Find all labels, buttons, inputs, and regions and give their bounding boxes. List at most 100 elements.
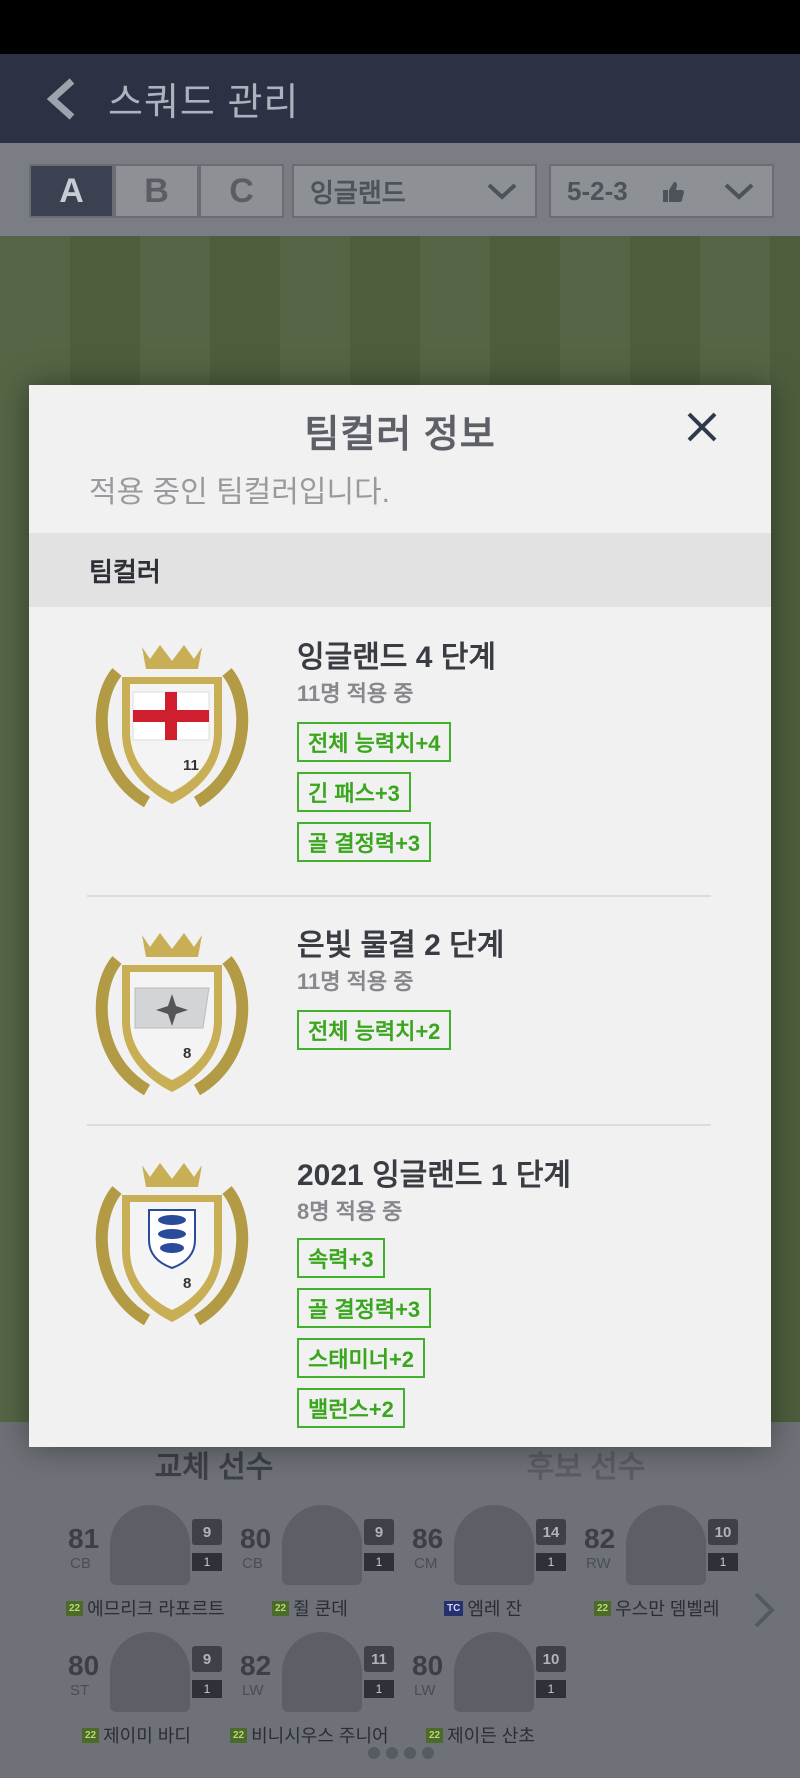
player-ovr: 82	[240, 1650, 272, 1681]
bonus-tag: 골 결정력+3	[297, 822, 432, 862]
player-name: 엠레 잔	[467, 1599, 523, 1619]
player-position: CM	[414, 1555, 438, 1572]
player-name-row: TC 엠레 잔	[444, 1595, 522, 1621]
bench-player[interactable]: 86 CM 14 1 TC 엠레 잔	[412, 1505, 582, 1625]
season-badge: 22	[82, 1727, 100, 1743]
thumbs-up-icon	[663, 182, 684, 202]
team-select[interactable]: 잉글랜드	[292, 164, 537, 218]
bonus-tag: 속력+3	[297, 1238, 385, 1278]
season-badge: TC	[444, 1600, 464, 1616]
tab-squad-c[interactable]: C	[199, 164, 284, 218]
divider	[87, 895, 711, 897]
bench-player[interactable]: 80 LW 10 1 22 제이든 산초	[412, 1632, 582, 1752]
player-ovr: 82	[584, 1523, 616, 1554]
player-photo	[110, 1632, 190, 1712]
dialog-subtitle: 적용 중인 팀컬러입니다.	[89, 476, 391, 509]
page-dot	[422, 1747, 434, 1759]
badge-count: 11	[183, 757, 199, 774]
player-photo	[282, 1505, 362, 1585]
player-position: CB	[70, 1555, 91, 1572]
bench-player[interactable]: 81 CB 9 1 22 에므리크 라포르트	[66, 1505, 238, 1625]
chevron-down-icon	[487, 183, 517, 200]
player-name-row: 22 비니시우스 주니어	[230, 1722, 389, 1748]
player-name: 쥘 쿤데	[293, 1599, 348, 1619]
teamcolor-count: 11명 적용 중	[297, 969, 414, 994]
player-position: LW	[242, 1682, 264, 1699]
teamcolor-name: 잉글랜드 4 단계	[297, 641, 496, 674]
bonus-tag: 밸런스+2	[297, 1388, 405, 1428]
page-indicator	[368, 1747, 434, 1759]
player-level: 1	[364, 1680, 394, 1698]
season-badge: 22	[594, 1600, 612, 1616]
section-header: 팀컬러	[29, 533, 771, 607]
player-name: 제이미 바디	[103, 1726, 191, 1746]
badge-count: 8	[183, 1275, 191, 1292]
player-number: 10	[708, 1519, 738, 1545]
player-number: 14	[536, 1519, 566, 1545]
player-photo	[626, 1505, 706, 1585]
team-select-value: 잉글랜드	[310, 177, 406, 208]
page-title: 스쿼드 관리	[108, 82, 300, 124]
formation-select[interactable]: 5-2-3	[549, 164, 774, 218]
page-dot	[404, 1747, 416, 1759]
bench-player[interactable]: 80 ST 9 1 22 제이미 바디	[68, 1632, 238, 1752]
divider	[87, 1124, 711, 1126]
player-level: 1	[536, 1680, 566, 1698]
player-position: ST	[70, 1682, 90, 1699]
player-position: CB	[242, 1555, 263, 1572]
top-bar: 스쿼드 관리	[0, 54, 800, 143]
close-button[interactable]	[669, 397, 735, 457]
bonus-tag: 전체 능력치+4	[297, 722, 452, 762]
bench-player[interactable]: 82 RW 10 1 22 우스만 뎀벨레	[584, 1505, 754, 1625]
page-dot	[386, 1747, 398, 1759]
season-badge: 22	[426, 1727, 444, 1743]
player-name: 제이든 산초	[447, 1726, 535, 1746]
player-name: 비니시우스 주니어	[251, 1726, 389, 1746]
three-lions-badge-icon: 8	[95, 1163, 249, 1326]
dialog-title: 팀컬러 정보	[304, 414, 496, 456]
player-level: 1	[536, 1553, 566, 1571]
player-number: 10	[536, 1646, 566, 1672]
bonus-tag: 골 결정력+3	[297, 1288, 432, 1328]
player-position: LW	[414, 1682, 436, 1699]
player-level: 1	[364, 1553, 394, 1571]
player-ovr: 80	[240, 1523, 272, 1554]
chevron-down-icon	[724, 183, 754, 200]
teamcolor-name: 2021 잉글랜드 1 단계	[297, 1159, 572, 1192]
bonus-tag: 스태미너+2	[297, 1338, 426, 1378]
player-photo	[110, 1505, 190, 1585]
bench-player[interactable]: 82 LW 11 1 22 비니시우스 주니어	[230, 1632, 410, 1752]
player-name-row: 22 쥘 쿤데	[272, 1595, 348, 1621]
chevron-right-icon[interactable]	[752, 1590, 776, 1630]
player-number: 9	[364, 1519, 394, 1545]
status-bar	[0, 0, 800, 54]
teamcolor-info-dialog: 팀컬러 정보 적용 중인 팀컬러입니다. 팀컬러 11 잉글랜드 4 단계 11…	[29, 385, 771, 1447]
player-name: 에므리크 라포르트	[87, 1599, 225, 1619]
player-ovr: 80	[68, 1650, 100, 1681]
page-dot	[368, 1747, 380, 1759]
back-button[interactable]	[30, 68, 92, 130]
bench-player[interactable]: 80 CB 9 1 22 쥘 쿤데	[240, 1505, 410, 1625]
player-ovr: 80	[412, 1650, 444, 1681]
england-flag-badge-icon: 11	[95, 645, 249, 808]
player-name-row: 22 에므리크 라포르트	[66, 1595, 225, 1621]
badge-count: 8	[183, 1045, 191, 1062]
bonus-tag: 전체 능력치+2	[297, 1010, 452, 1050]
tab-squad-a[interactable]: A	[29, 164, 114, 218]
teamcolor-count: 8명 적용 중	[297, 1199, 403, 1224]
formation-select-value: 5-2-3	[567, 175, 628, 206]
player-name-row: 22 우스만 뎀벨레	[594, 1595, 720, 1621]
player-number: 9	[192, 1519, 222, 1545]
player-level: 1	[192, 1680, 222, 1698]
close-icon	[687, 412, 717, 442]
tab-squad-b[interactable]: B	[114, 164, 199, 218]
player-ovr: 81	[68, 1523, 100, 1554]
player-photo	[454, 1632, 534, 1712]
player-level: 1	[708, 1553, 738, 1571]
player-photo	[282, 1632, 362, 1712]
teamcolor-count: 11명 적용 중	[297, 681, 414, 706]
player-ovr: 86	[412, 1523, 444, 1554]
player-number: 11	[364, 1646, 394, 1672]
player-position: RW	[586, 1555, 611, 1572]
season-badge: 22	[66, 1600, 84, 1616]
